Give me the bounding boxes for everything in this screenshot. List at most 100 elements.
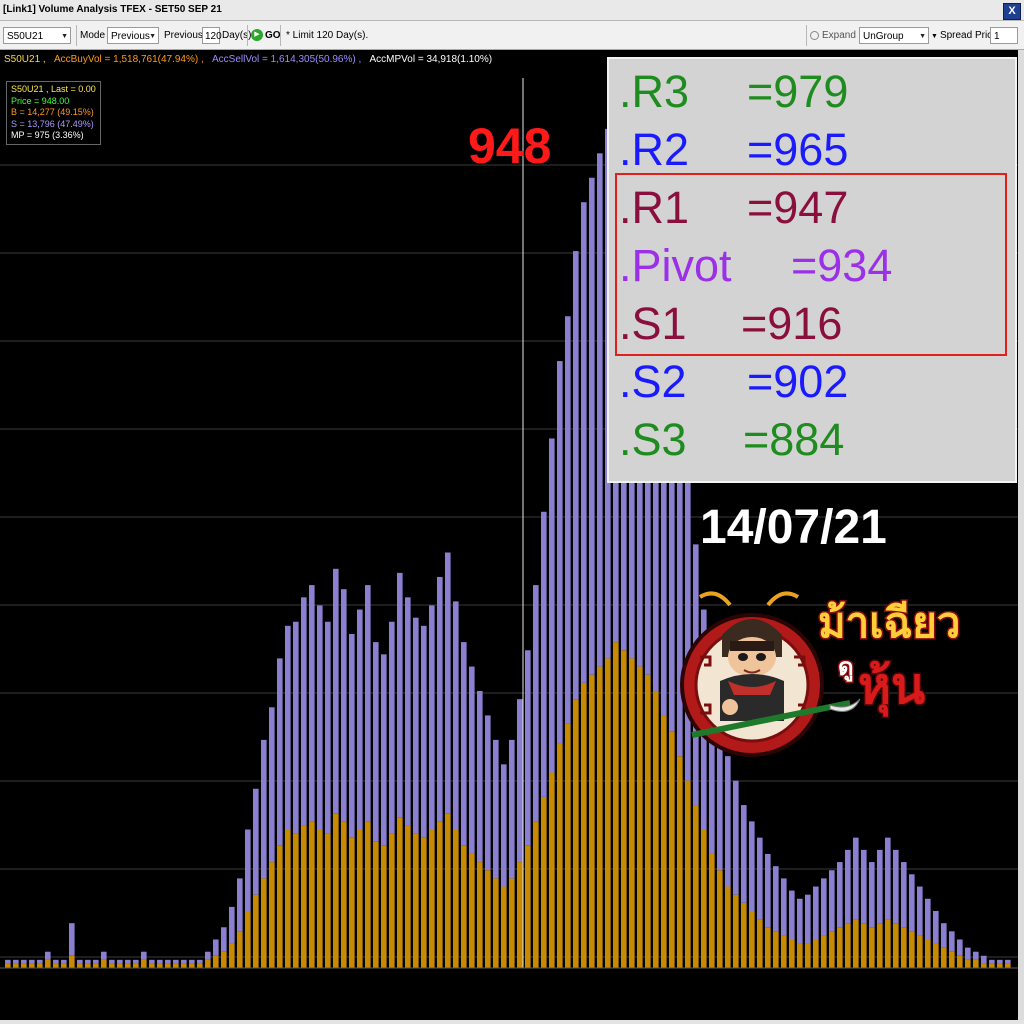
sell-volume-bar (437, 576, 443, 822)
pivot-levels-panel: .R3 =979 .R2 =965 .R1 =947 .Pivot =934 .S1 =916 .S… (607, 57, 1017, 483)
sell-volume-bar (69, 923, 75, 956)
buy-volume-bar (53, 963, 59, 968)
go-button[interactable]: ▶ GO (251, 27, 281, 44)
close-button[interactable]: X (1003, 3, 1021, 20)
buy-volume-bar (949, 951, 955, 968)
buy-volume-bar (301, 825, 307, 968)
buy-volume-bar (1005, 963, 1011, 968)
sell-volume-bar (845, 849, 851, 924)
buy-volume-bar (485, 870, 491, 968)
info-sell: S = 13,796 (47.49%) (11, 118, 94, 129)
buy-volume-bar (77, 963, 83, 968)
buy-volume-bar (629, 658, 635, 968)
pivot-level-value: =947 (747, 182, 849, 233)
pivot-level-row: .S1 =916 (619, 298, 842, 349)
buy-volume-bar (965, 959, 971, 968)
window-titlebar: [Link1] Volume Analysis TFEX - SET50 SEP… (0, 0, 1024, 21)
brand-logo: ม้าเฉียว ดู หุ้น (670, 585, 970, 765)
chevron-down-icon: ▼ (149, 33, 156, 40)
toolbar-divider (806, 25, 807, 46)
sell-volume-bar (61, 959, 67, 964)
buy-volume-bar (941, 947, 947, 968)
expand-label: Expand (822, 30, 856, 41)
buy-volume-bar (581, 682, 587, 968)
toolbar-divider (247, 25, 248, 46)
sell-volume-bar (157, 959, 163, 964)
buy-volume-bar (341, 821, 347, 968)
sell-volume-bar (165, 959, 171, 964)
sell-volume-bar (117, 959, 123, 964)
sell-volume-bar (37, 959, 43, 964)
sell-volume-bar (973, 951, 979, 960)
pivot-level-value: =884 (743, 414, 845, 465)
buy-volume-bar (621, 650, 627, 968)
group-select[interactable]: UnGroup ▼ (859, 27, 929, 44)
sell-volume-bar (213, 939, 219, 956)
buy-volume-bar (461, 845, 467, 968)
sell-volume-bar (917, 886, 923, 936)
sell-volume-bar (189, 959, 195, 964)
sell-volume-bar (413, 617, 419, 834)
buy-volume-bar (845, 923, 851, 968)
sell-volume-bar (125, 959, 131, 964)
buy-volume-bar (389, 833, 395, 968)
buy-volume-bar (149, 963, 155, 968)
pivot-level-value: =934 (791, 240, 893, 291)
buy-volume-bar (141, 959, 147, 968)
buy-volume-bar (773, 931, 779, 968)
symbol-select[interactable]: S50U21 ▼ (3, 27, 71, 44)
buy-volume-bar (21, 963, 27, 968)
sell-volume-bar (349, 633, 355, 838)
buy-volume-bar (69, 955, 75, 968)
buy-volume-bar (877, 923, 883, 968)
sell-volume-bar (789, 890, 795, 940)
sell-volume-bar (493, 739, 499, 879)
spread-price-input[interactable]: 1 (990, 27, 1018, 44)
chevron-down-icon: ▼ (61, 33, 68, 40)
buy-volume-bar (293, 833, 299, 968)
sell-volume-bar (269, 707, 275, 863)
sell-volume-bar (245, 829, 251, 911)
pivot-level-name: .S1 (619, 298, 687, 349)
buy-volume-bar (13, 963, 19, 968)
buy-volume-bar (957, 955, 963, 968)
sell-volume-bar (989, 959, 995, 964)
buy-volume-bar (93, 963, 99, 968)
group-value: UnGroup (863, 31, 904, 42)
sell-volume-bar (805, 894, 811, 944)
buy-volume-bar (445, 813, 451, 968)
previous-days-input[interactable]: 120 (202, 27, 222, 44)
sell-volume-bar (565, 316, 571, 724)
pivot-level-value: =916 (741, 298, 843, 349)
sell-volume-bar (829, 870, 835, 932)
buy-volume-bar (789, 939, 795, 968)
pivot-level-row: .R3 =979 (619, 67, 848, 117)
buy-volume-bar (549, 772, 555, 968)
buy-volume-bar (37, 963, 43, 968)
sell-volume-bar (501, 764, 507, 887)
sell-volume-bar (933, 910, 939, 944)
buy-volume-bar (349, 837, 355, 968)
mode-select[interactable]: Previous ▼ (107, 27, 159, 44)
buy-volume-bar (605, 658, 611, 968)
sell-volume-bar (181, 959, 187, 964)
sell-volume-bar (309, 585, 315, 822)
sell-volume-bar (133, 959, 139, 964)
sell-volume-bar (997, 959, 1003, 964)
sell-volume-bar (461, 642, 467, 846)
buy-volume-bar (197, 963, 203, 968)
buy-volume-bar (725, 886, 731, 968)
buy-volume-bar (173, 963, 179, 968)
vertical-scrollbar[interactable] (1018, 50, 1024, 1020)
logo-sub-text: ดู (838, 654, 854, 682)
chevron-down-icon: ▼ (931, 33, 938, 40)
sell-volume-bar (373, 642, 379, 842)
chevron-down-icon: ▼ (919, 33, 926, 40)
expand-button[interactable]: Expand (810, 27, 856, 44)
sell-volume-bar (389, 621, 395, 834)
buy-volume-bar (821, 935, 827, 968)
go-button-label: GO (265, 30, 281, 41)
mode-value: Previous (111, 31, 150, 42)
buy-volume-bar (797, 943, 803, 968)
sell-volume-bar (277, 658, 283, 846)
